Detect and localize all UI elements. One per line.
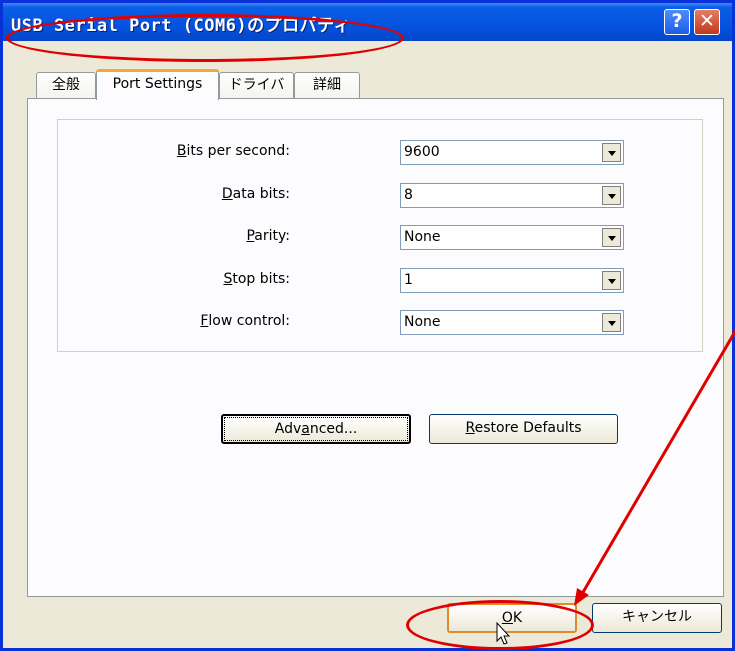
arrow-head bbox=[574, 588, 589, 606]
mouse-cursor-icon bbox=[496, 622, 511, 645]
tab-port-settings[interactable]: Port Settings bbox=[96, 69, 219, 100]
arrow-line bbox=[580, 329, 735, 595]
